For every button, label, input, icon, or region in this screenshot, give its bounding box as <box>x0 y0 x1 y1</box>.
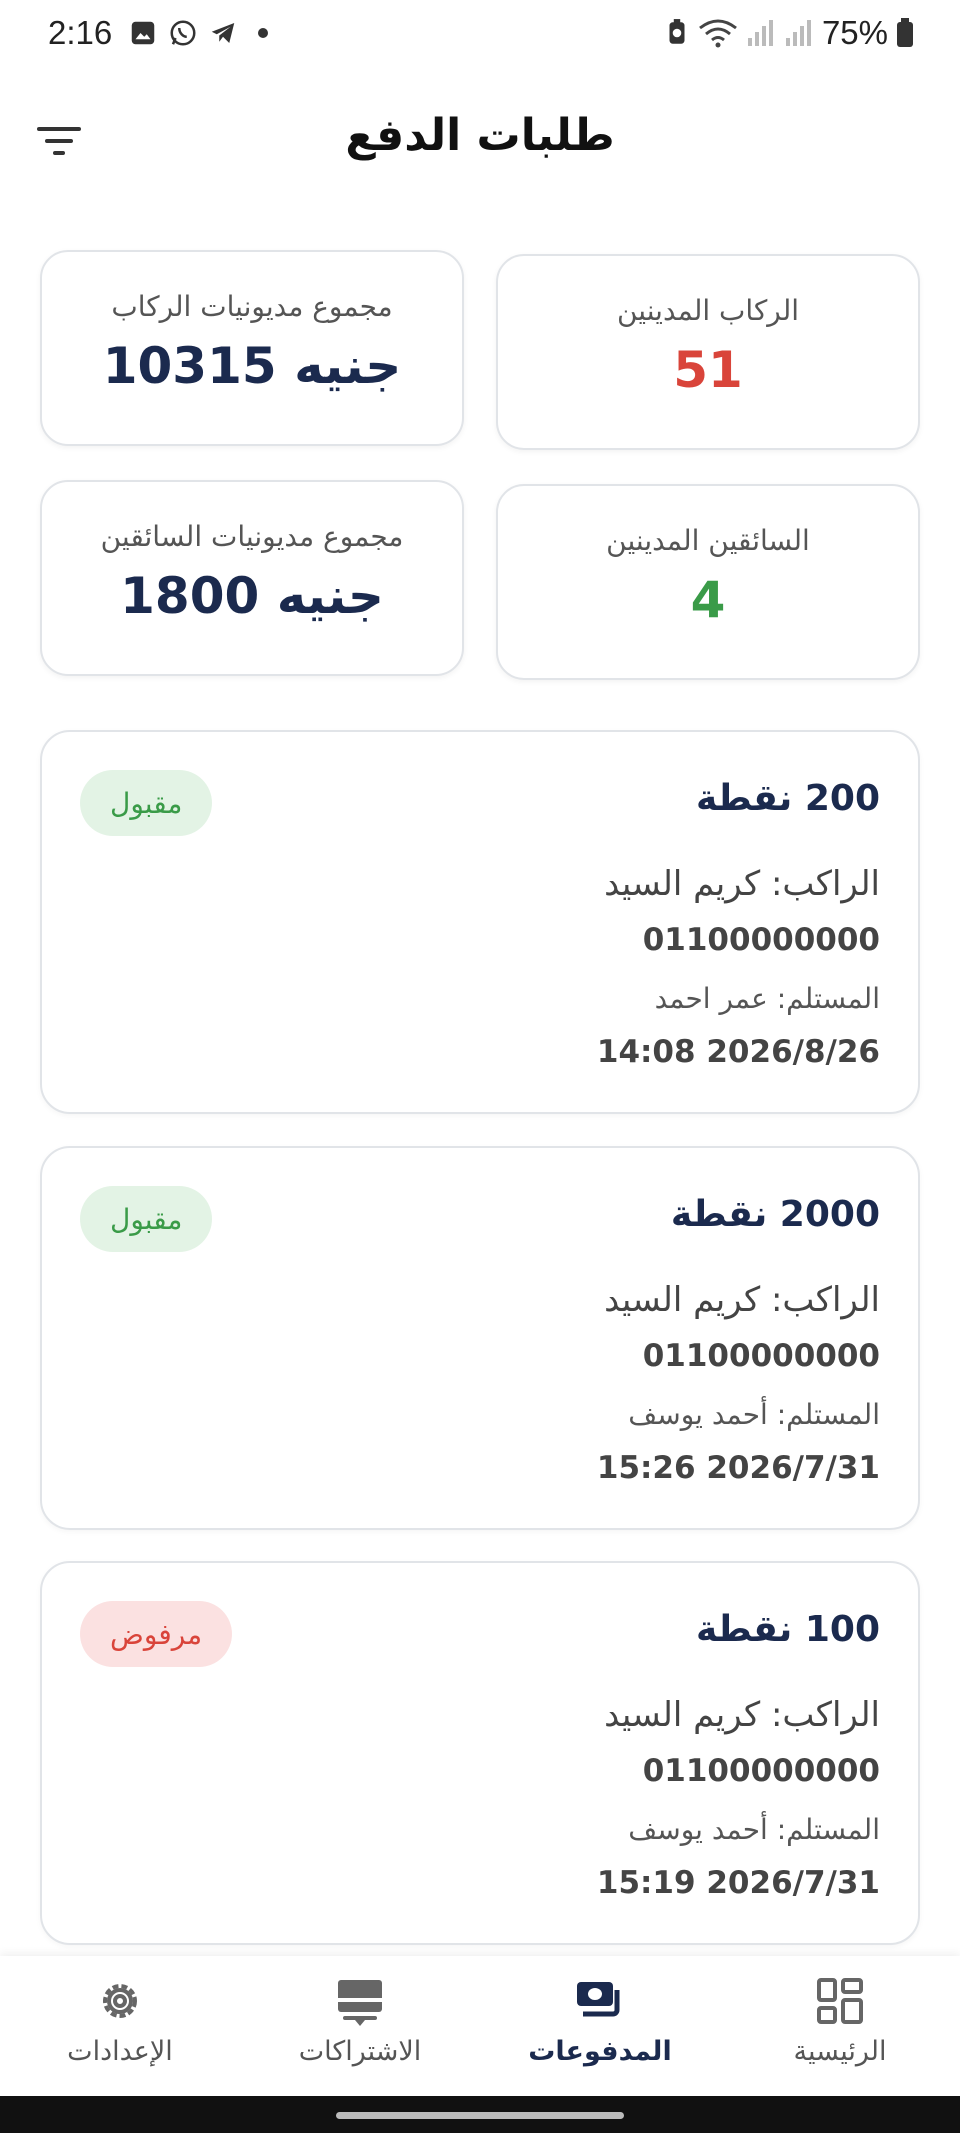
status-badge: مقبول <box>80 1186 213 1252</box>
payment-points: 200 نقطة <box>695 778 880 819</box>
signal-icon <box>747 20 773 46</box>
stat-card-riders-debt-total: مجموع مديونيات الركاب 10315 جنيه <box>40 250 464 446</box>
stat-value: 10315 جنيه <box>102 337 402 395</box>
subscriptions-icon <box>338 1980 382 2026</box>
payment-rider: الراكب: كريم السيد <box>604 864 880 904</box>
stat-label: مجموع مديونيات الركاب <box>111 290 393 323</box>
signal-icon-2 <box>785 20 811 46</box>
stat-value: 51 <box>673 341 743 399</box>
dashboard-icon <box>817 1978 863 2024</box>
battery-percent: 75% <box>821 14 888 51</box>
payment-rider: الراكب: كريم السيد <box>604 1280 880 1320</box>
payment-card[interactable]: 2000 نقطة الراكب: كريم السيد 01100000000… <box>40 1146 920 1530</box>
status-badge: مرفوض <box>80 1601 233 1667</box>
system-icons: 75% <box>664 14 914 52</box>
stat-value: 4 <box>690 571 726 629</box>
system-gesture-area <box>0 2096 960 2133</box>
bottom-nav: الرئيسية المدفوعات الاشتراكات الإعدادات <box>0 1956 960 2096</box>
stat-value: 1800 جنيه <box>120 567 384 625</box>
gallery-icon <box>131 21 155 45</box>
nav-item-payments[interactable]: المدفوعات <box>500 1974 700 2067</box>
whatsapp-icon <box>170 20 196 46</box>
nav-label: المدفوعات <box>528 2036 672 2067</box>
payment-card[interactable]: 100 نقطة الراكب: كريم السيد 01100000000 … <box>40 1561 920 1945</box>
nav-label: الإعدادات <box>67 2036 173 2067</box>
payments-icon <box>577 1982 620 2017</box>
notification-icons <box>128 18 278 48</box>
stat-label: مجموع مديونيات السائقين <box>100 520 404 553</box>
payment-recipient: المستلم: أحمد يوسف <box>628 1813 880 1846</box>
payment-date: 15:26 2026/7/31 <box>596 1450 880 1486</box>
wifi-icon <box>699 19 737 48</box>
battery-icon <box>897 18 913 47</box>
payment-card[interactable]: 200 نقطة الراكب: كريم السيد 01100000000 … <box>40 730 920 1114</box>
status-badge: مقبول <box>80 770 213 836</box>
payment-rider: الراكب: كريم السيد <box>604 1695 880 1735</box>
nav-label: الاشتراكات <box>298 2036 422 2067</box>
stat-card-indebted-drivers: السائقين المدينين 4 <box>496 484 920 680</box>
nav-item-settings[interactable]: الإعدادات <box>20 1974 220 2067</box>
settings-icon <box>103 1984 137 2018</box>
payment-points: 100 نقطة <box>695 1609 880 1650</box>
telegram-icon <box>211 23 235 43</box>
gesture-handle[interactable] <box>336 2112 624 2119</box>
app-header: طلبات الدفع <box>0 100 960 180</box>
status-bar: 2:16 75% <box>0 0 960 70</box>
payment-phone: 01100000000 <box>642 922 880 958</box>
nav-item-subscriptions[interactable]: الاشتراكات <box>260 1974 460 2067</box>
stat-card-drivers-debt-total: مجموع مديونيات السائقين 1800 جنيه <box>40 480 464 676</box>
stat-card-indebted-riders: الركاب المدينين 51 <box>496 254 920 450</box>
nav-label: الرئيسية <box>793 2036 887 2067</box>
dot-icon <box>258 28 268 38</box>
battery-saver-icon <box>669 19 685 44</box>
status-time: 2:16 <box>48 14 113 51</box>
payment-points: 2000 نقطة <box>670 1194 880 1235</box>
nav-item-home[interactable]: الرئيسية <box>740 1974 940 2067</box>
payment-recipient: المستلم: أحمد يوسف <box>628 1398 880 1431</box>
stat-label: الركاب المدينين <box>616 294 800 327</box>
stat-label: السائقين المدينين <box>606 524 810 557</box>
page-title: طلبات الدفع <box>345 110 615 161</box>
payment-recipient: المستلم: عمر احمد <box>654 982 880 1015</box>
payment-phone: 01100000000 <box>642 1753 880 1789</box>
payment-date: 15:19 2026/7/31 <box>596 1865 880 1901</box>
payment-date: 14:08 2026/8/26 <box>596 1034 880 1070</box>
payment-phone: 01100000000 <box>642 1338 880 1374</box>
